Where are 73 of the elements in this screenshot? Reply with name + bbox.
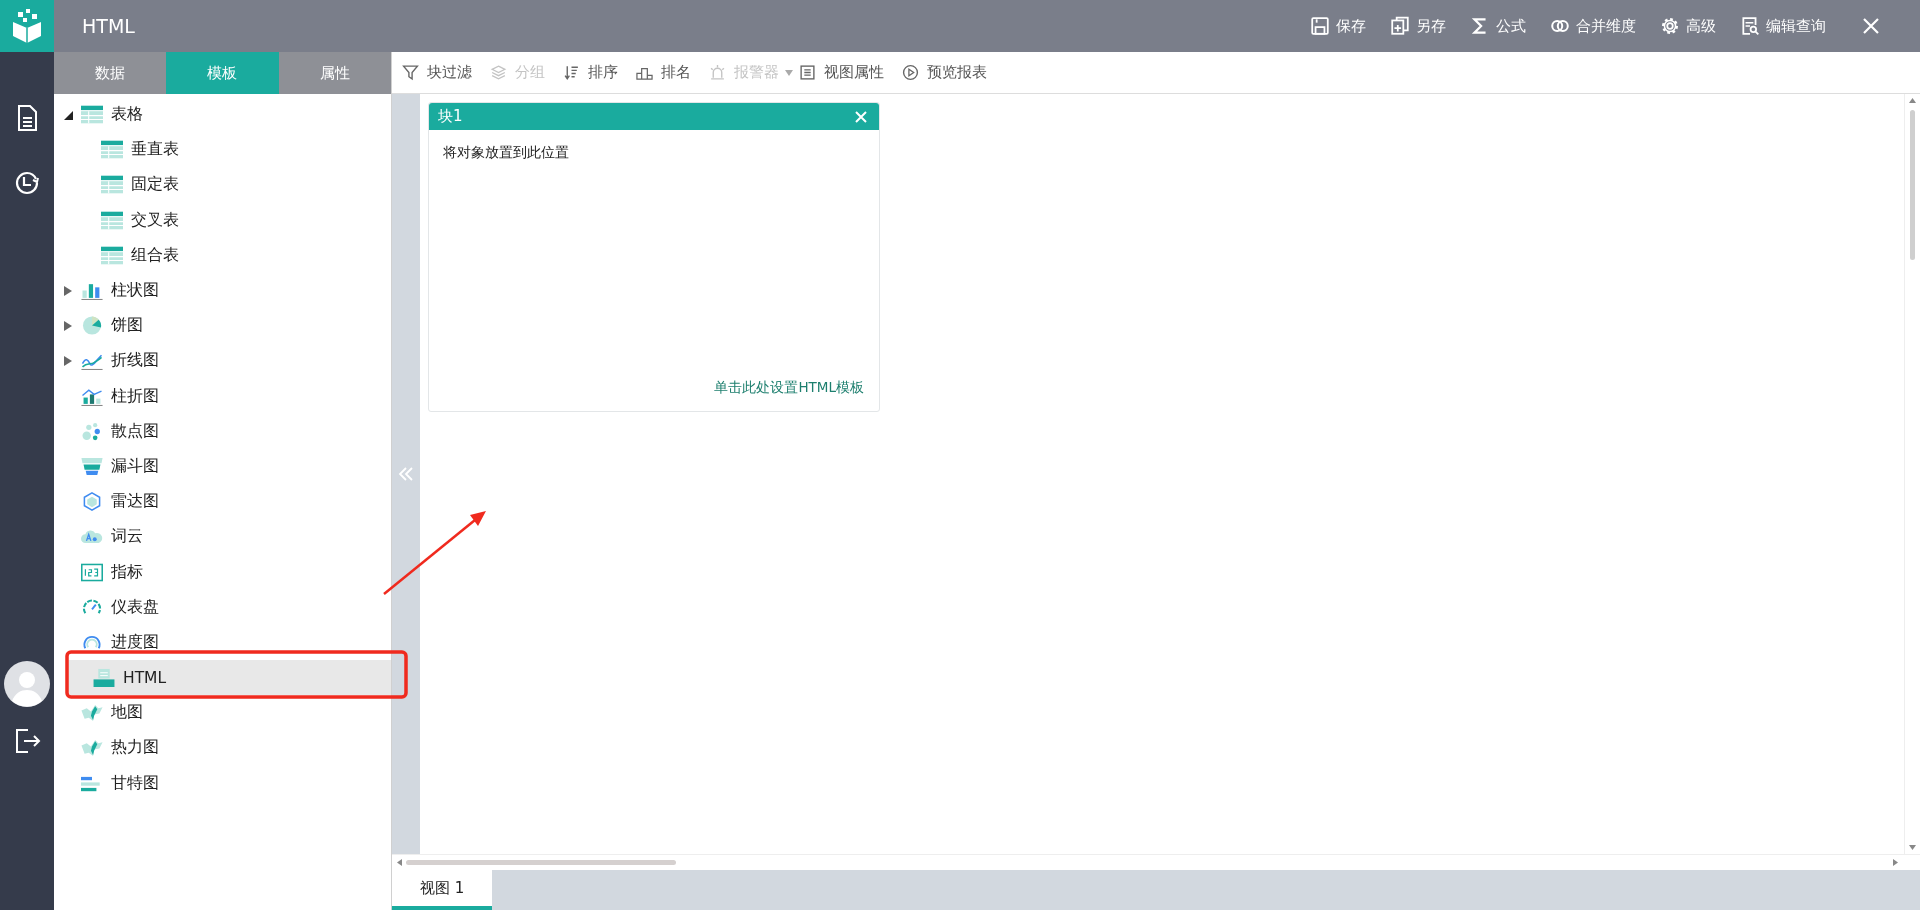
block-title: 块1 <box>438 107 463 126</box>
scatter-chart-icon <box>81 421 103 441</box>
scroll-down-icon[interactable] <box>1909 845 1916 850</box>
filter-icon <box>402 64 419 81</box>
scrollbar-thumb[interactable] <box>1910 110 1915 260</box>
save-icon <box>1310 16 1330 36</box>
map-icon <box>81 703 103 723</box>
scroll-right-icon[interactable] <box>1893 859 1898 866</box>
document-search-icon <box>1740 16 1760 36</box>
toolbar-button[interactable]: 合并维度 <box>1548 12 1638 40</box>
toolbar-button[interactable]: 排序 <box>563 63 618 82</box>
toolbar-button[interactable]: 另存 <box>1388 12 1448 40</box>
toolbar-button[interactable]: 视图属性 <box>799 63 884 82</box>
list-icon <box>799 64 816 81</box>
layers-icon <box>490 64 507 81</box>
caret-icon[interactable] <box>785 69 793 76</box>
html-file-icon <box>93 668 115 688</box>
logout-icon[interactable] <box>13 727 41 755</box>
tree-item[interactable]: 热力图 <box>54 730 391 766</box>
tree-item[interactable]: 组合表 <box>54 237 391 273</box>
play-icon <box>902 64 919 81</box>
number-icon <box>81 562 103 582</box>
tree-item[interactable]: 表格 <box>54 97 391 133</box>
table-icon <box>101 210 123 230</box>
tree-item[interactable]: 指标 <box>54 554 391 590</box>
scroll-left-icon[interactable] <box>397 859 402 866</box>
close-icon[interactable] <box>855 110 867 123</box>
tree-item[interactable]: 柱折图 <box>54 378 391 414</box>
tree-item[interactable]: 柱状图 <box>54 272 391 309</box>
tree-item[interactable]: 垂直表 <box>54 132 391 168</box>
sort-icon <box>563 64 580 81</box>
bar-chart-icon <box>81 281 103 301</box>
map-icon <box>81 738 103 758</box>
toolbar-button[interactable]: 保存 <box>1308 12 1368 40</box>
tree-item[interactable]: 雷达图 <box>54 484 391 520</box>
table-icon <box>101 245 123 265</box>
funnel-chart-icon <box>81 456 103 476</box>
tree-item[interactable]: 交叉表 <box>54 202 391 238</box>
tree-item[interactable]: 折线图 <box>54 343 391 379</box>
siren-icon <box>709 64 726 81</box>
hexagon-icon <box>81 492 103 512</box>
gauge-icon <box>81 597 103 617</box>
table-icon <box>101 140 123 160</box>
table-icon <box>81 105 103 125</box>
tree-item[interactable]: 漏斗图 <box>54 448 391 485</box>
scrollbar-thumb[interactable] <box>406 860 676 865</box>
close-icon[interactable] <box>1862 17 1880 35</box>
tree-item[interactable]: 甘特图 <box>54 765 391 801</box>
avatar-icon[interactable] <box>4 661 50 707</box>
tree-item[interactable]: 散点图 <box>54 413 391 449</box>
settings-icon <box>1660 16 1680 36</box>
view-tab[interactable]: 视图 1 <box>392 870 493 910</box>
toolbar-button[interactable]: 编辑查询 <box>1738 12 1828 40</box>
template-link[interactable]: 单击此处设置HTML模板 <box>714 379 864 397</box>
tree-item[interactable]: 地图 <box>54 695 391 731</box>
tree-item[interactable]: 进度图 <box>54 624 391 660</box>
tree-item[interactable]: 饼图 <box>54 308 391 344</box>
tree-item[interactable]: 仪表盘 <box>54 589 391 625</box>
toolbar-button[interactable]: 预览报表 <box>902 63 987 82</box>
tree-item[interactable]: 词云 <box>54 519 391 555</box>
window-title: HTML <box>82 15 136 37</box>
toolbar-button[interactable]: 高级 <box>1658 12 1718 40</box>
tree-item[interactable]: 固定表 <box>54 167 391 203</box>
history-icon[interactable] <box>13 169 41 197</box>
pie-chart-icon <box>81 316 103 336</box>
scroll-up-icon[interactable] <box>1909 98 1916 103</box>
drop-hint: 将对象放置到此位置 <box>443 144 570 162</box>
toolbar-button[interactable]: 块过滤 <box>402 63 472 82</box>
table-icon <box>101 175 123 195</box>
toolbar-button[interactable]: 排名 <box>636 63 691 82</box>
copy-icon <box>1390 16 1410 36</box>
tree-item[interactable]: HTML <box>66 660 391 696</box>
toolbar-button[interactable]: 公式 <box>1468 12 1528 40</box>
